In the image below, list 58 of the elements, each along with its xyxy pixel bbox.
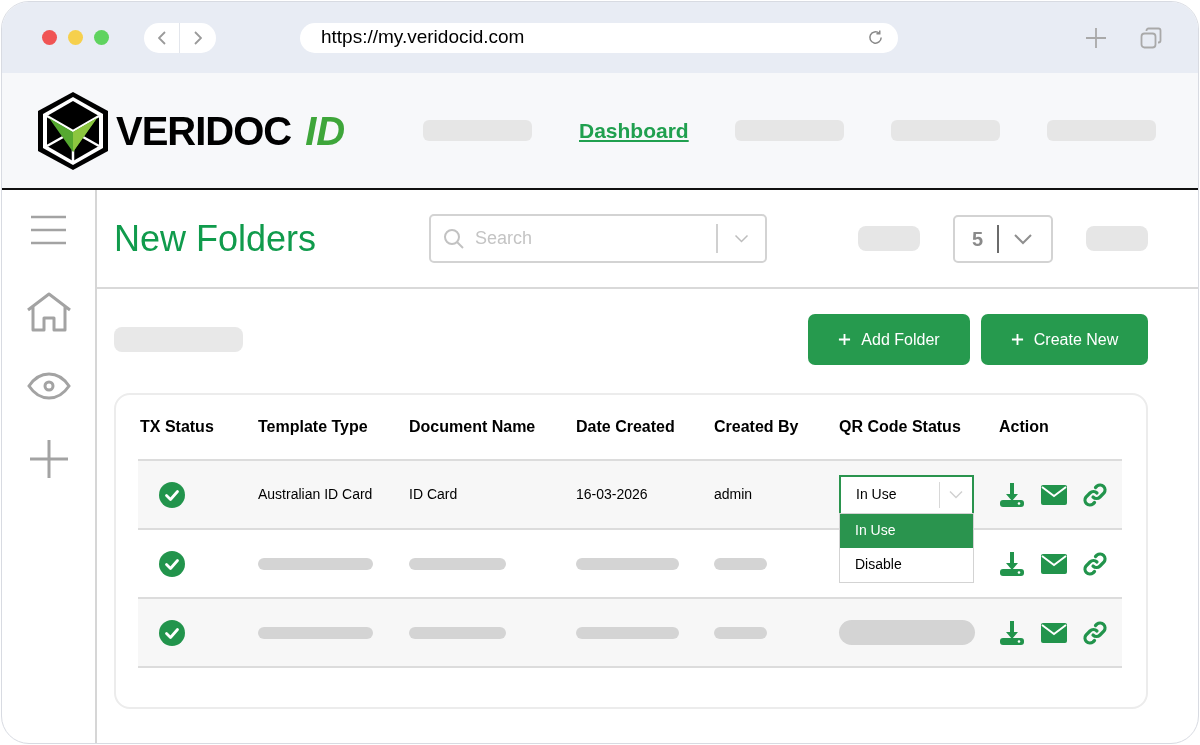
table-cell-text: admin bbox=[714, 485, 754, 504]
mail-icon[interactable] bbox=[1041, 484, 1067, 505]
chevron-right-icon bbox=[194, 30, 202, 45]
new-tab-icon[interactable] bbox=[1085, 26, 1107, 49]
logo-wordmark: VERIDOC bbox=[116, 107, 292, 155]
column-header: QR Code Status bbox=[839, 417, 962, 437]
chevron-down-icon bbox=[734, 234, 749, 243]
table-cell-text: ID Card bbox=[409, 485, 459, 504]
check-circle-icon bbox=[159, 550, 185, 577]
add-button[interactable]: Add Folder bbox=[808, 314, 970, 365]
chevron-down-icon bbox=[948, 490, 964, 499]
page-size-select[interactable]: 5 bbox=[953, 214, 1053, 263]
check-circle-icon bbox=[159, 619, 185, 646]
table-cell-text: 16-03-2026 bbox=[576, 485, 649, 504]
placeholder-bar bbox=[714, 557, 767, 570]
link-icon[interactable] bbox=[1083, 551, 1107, 576]
download-icon[interactable] bbox=[999, 619, 1025, 646]
column-header: Document Name bbox=[409, 417, 537, 437]
column-header: Date Created bbox=[576, 417, 676, 437]
link-icon[interactable] bbox=[1083, 620, 1107, 645]
mail-icon[interactable] bbox=[1041, 622, 1067, 643]
download-icon[interactable] bbox=[999, 481, 1025, 508]
plus-icon bbox=[1010, 333, 1024, 346]
toolbar-placeholder bbox=[858, 226, 920, 251]
add-button[interactable]: Create New bbox=[981, 314, 1148, 365]
check-circle-icon bbox=[159, 481, 185, 508]
column-header: Template Type bbox=[258, 417, 369, 437]
search-input[interactable]: Search bbox=[475, 225, 716, 252]
tabs-icon[interactable] bbox=[1140, 26, 1162, 49]
logo-accent: ID bbox=[305, 107, 346, 155]
column-header: TX Status bbox=[140, 417, 215, 437]
qr-status-select[interactable]: In Use bbox=[839, 474, 974, 515]
search-bar[interactable]: Search bbox=[429, 214, 767, 263]
mail-icon[interactable] bbox=[1041, 553, 1067, 574]
column-header: Created By bbox=[714, 417, 800, 437]
nav-link[interactable]: Dashboard bbox=[579, 114, 688, 147]
link-icon[interactable] bbox=[1083, 482, 1107, 507]
download-icon[interactable] bbox=[999, 550, 1025, 577]
logo-icon bbox=[36, 89, 110, 172]
address-bar[interactable]: https://my.veridocid.com bbox=[300, 22, 898, 53]
dropdown-option[interactable]: In Use bbox=[840, 513, 973, 548]
chevron-down-icon bbox=[1013, 232, 1034, 245]
toolbar-placeholder bbox=[1086, 226, 1148, 251]
reload-icon[interactable] bbox=[867, 29, 884, 46]
column-header: Action bbox=[999, 417, 1050, 437]
add-icon[interactable] bbox=[29, 440, 68, 478]
plus-icon bbox=[838, 333, 852, 346]
page-size-value: 5 bbox=[972, 226, 984, 252]
page-title: New Folders bbox=[114, 216, 318, 261]
search-icon bbox=[443, 228, 464, 249]
eye-icon[interactable] bbox=[26, 372, 71, 400]
menu-icon[interactable] bbox=[30, 214, 67, 246]
table-cell-text: Australian ID Card bbox=[258, 485, 374, 504]
url-text: https://my.veridocid.com bbox=[321, 25, 526, 50]
chevron-left-icon bbox=[157, 30, 166, 45]
dropdown-option[interactable]: Disable bbox=[840, 547, 973, 582]
placeholder-bar bbox=[714, 626, 767, 639]
home-icon[interactable] bbox=[25, 292, 72, 332]
